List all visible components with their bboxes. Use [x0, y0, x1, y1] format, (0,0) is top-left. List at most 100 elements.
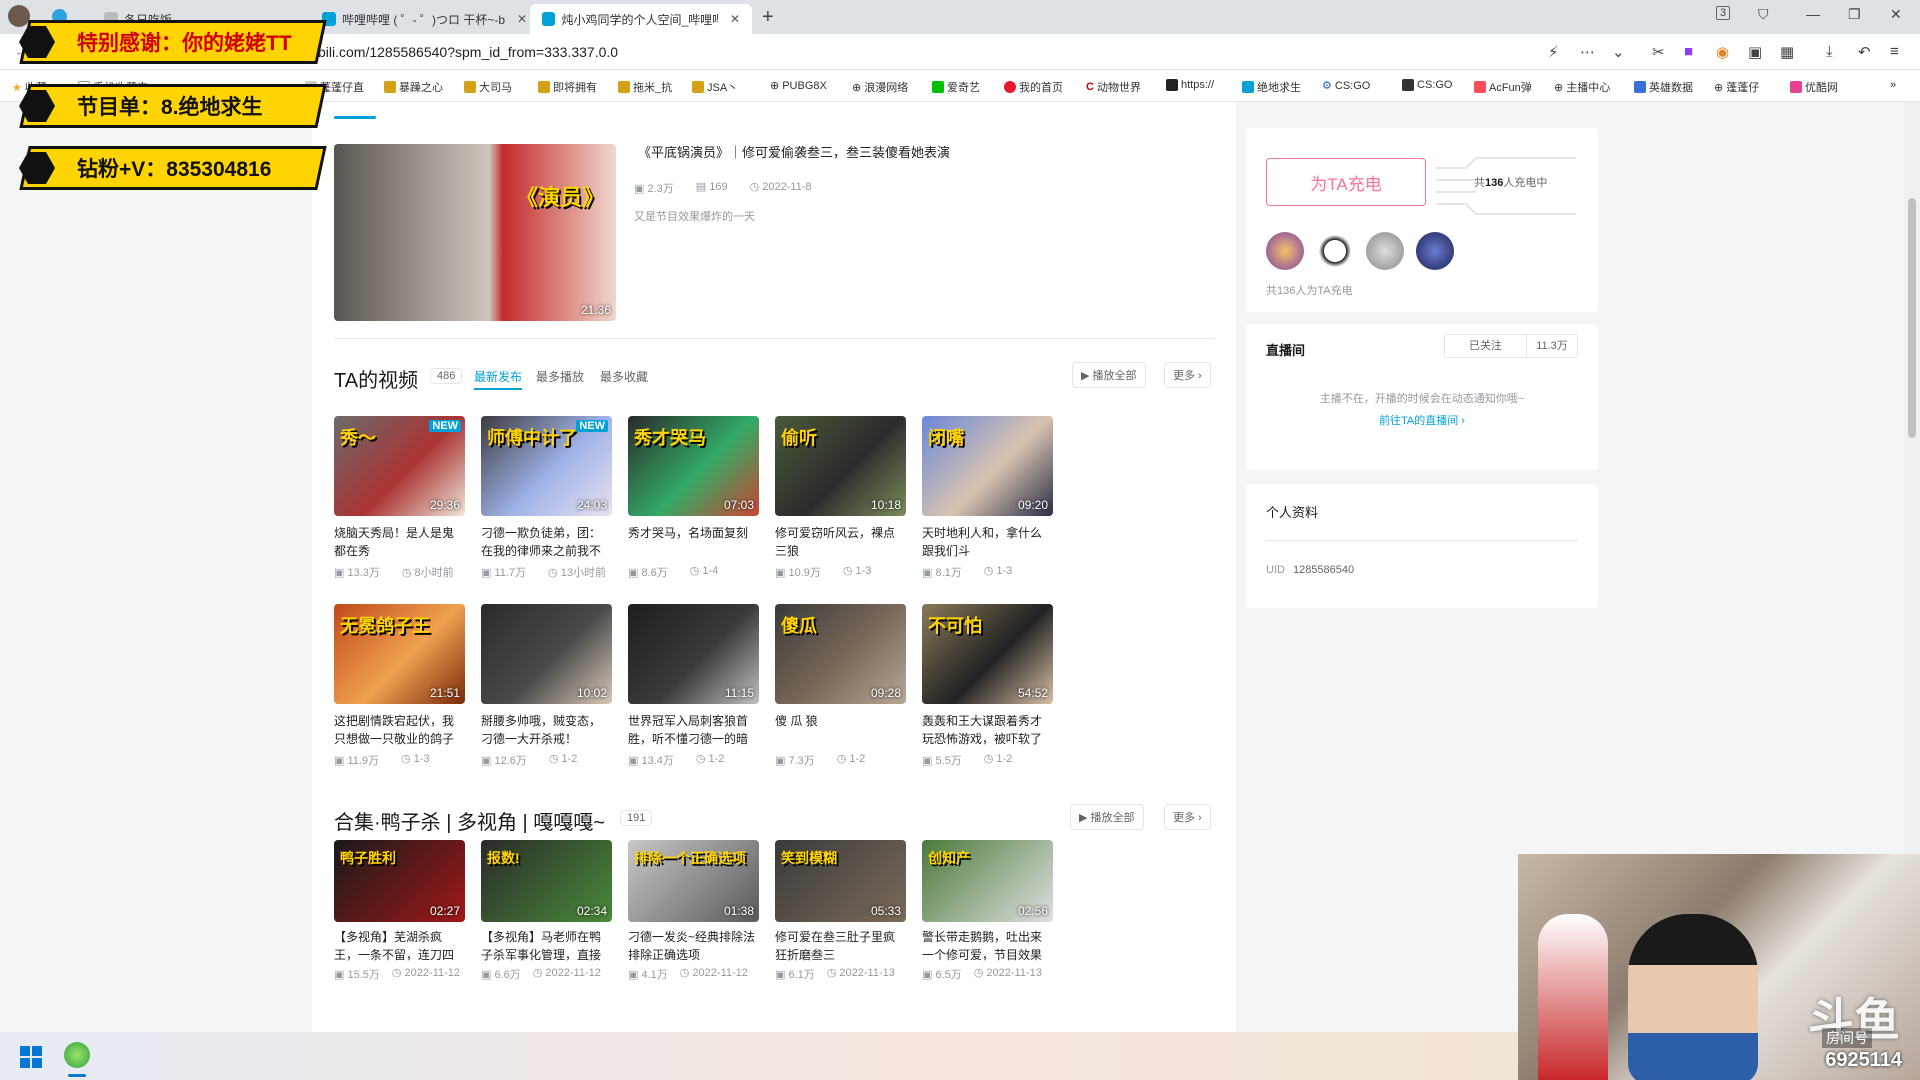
sort-tab-latest[interactable]: 最新发布: [474, 368, 523, 390]
more-icon[interactable]: ⋯: [1580, 43, 1595, 61]
bookmark-item[interactable]: ⊕ PUBG8X: [770, 79, 827, 93]
collection-video-thumbnail[interactable]: 排除一个正确选项 01:38: [628, 840, 759, 922]
bookmark-item[interactable]: CS:GO: [1402, 79, 1452, 91]
play-count: ▣ 10.9万: [775, 567, 821, 579]
avatar[interactable]: [1316, 232, 1354, 270]
extension-icon[interactable]: ■: [1684, 43, 1693, 60]
bookmark-item[interactable]: 拖米_抗: [618, 79, 672, 95]
video-thumbnail[interactable]: 师傅中计了 NEW 24:03: [481, 416, 612, 516]
windows-start-icon[interactable]: [20, 1046, 42, 1068]
tab-counter[interactable]: 3: [1716, 6, 1731, 20]
bookmark-item[interactable]: 暴躁之心: [384, 79, 443, 95]
chevron-down-icon[interactable]: ⌄: [1612, 43, 1625, 61]
bookmark-item[interactable]: AcFun弹: [1474, 79, 1532, 95]
bookmark-item[interactable]: ⊕ 蓬蓬仔: [1714, 79, 1759, 95]
video-title[interactable]: 秀才哭马，名场面复刻: [628, 524, 759, 560]
collection-video-title[interactable]: 【多视角】芜湖杀疯王，一条不留，连刀四个人，笑疯了: [334, 928, 465, 964]
video-thumbnail[interactable]: 无冕鸽子王 21:51: [334, 604, 465, 704]
collection-video-title[interactable]: 警长带走鹅鹅，吐出来一个修可爱，节目效果爆炸: [922, 928, 1053, 964]
minimize-icon[interactable]: —: [1806, 6, 1820, 22]
video-duration: 21:51: [429, 686, 460, 700]
collection-title[interactable]: 合集·鸭子杀 | 多视角 | 嘎嘎嘎~: [334, 806, 605, 835]
featured-video-thumbnail[interactable]: 《演员》 21:36: [334, 144, 616, 321]
collection-more-button[interactable]: 更多 ›: [1164, 804, 1211, 830]
video-title[interactable]: 天时地利人和，拿什么跟我们斗: [922, 524, 1053, 560]
close-icon[interactable]: ✕: [730, 12, 740, 26]
video-thumbnail[interactable]: 秀才哭马 07:03: [628, 416, 759, 516]
window-icon[interactable]: ▣: [1748, 43, 1762, 61]
bookmark-item[interactable]: 英雄数据: [1634, 79, 1693, 95]
bookmark-item[interactable]: https://: [1166, 79, 1214, 91]
more-button[interactable]: 更多 ›: [1164, 362, 1211, 388]
play-all-button[interactable]: ▶ 播放全部: [1072, 362, 1146, 388]
undo-icon[interactable]: ↶: [1858, 43, 1871, 61]
collection-video-thumbnail[interactable]: 鸭子胜利 02:27: [334, 840, 465, 922]
lightning-icon[interactable]: ⚡: [1548, 43, 1559, 61]
streamer-figure: [1628, 914, 1758, 1080]
bookmark-item[interactable]: ⊕ 浪漫网络: [852, 79, 908, 95]
bookmark-item[interactable]: C 动物世界: [1086, 79, 1141, 95]
sort-tab-most-played[interactable]: 最多播放: [536, 368, 584, 385]
scrollbar-thumb[interactable]: [1908, 198, 1916, 438]
collection-video-thumbnail[interactable]: 报数! 02:34: [481, 840, 612, 922]
collection-video-thumbnail[interactable]: 笑到模糊 05:33: [775, 840, 906, 922]
shirt-icon[interactable]: ⛉: [1758, 6, 1769, 23]
apps-icon[interactable]: ▦: [1780, 43, 1794, 61]
video-title[interactable]: 轰轰和王大谋跟着秀才玩恐怖游戏，被吓软了嘴还是硬的: [922, 712, 1053, 748]
tab-2[interactable]: 哔哩哔哩 ( ゜- ゜)つロ 干杯~-b ✕: [310, 4, 539, 34]
video-thumbnail[interactable]: 10:02: [481, 604, 612, 704]
new-tab-button[interactable]: +: [762, 6, 774, 29]
menu-icon[interactable]: ≡: [1890, 43, 1899, 60]
video-thumbnail[interactable]: 11:15: [628, 604, 759, 704]
bookmark-item[interactable]: 我的首页: [1004, 79, 1063, 95]
download-icon[interactable]: ⤓: [1826, 43, 1833, 60]
bookmark-item[interactable]: 大司马: [464, 79, 512, 95]
bookmark-item[interactable]: 爱奇艺: [932, 79, 980, 95]
video-title[interactable]: 傻 瓜 狼: [775, 712, 906, 748]
close-icon[interactable]: ✕: [517, 12, 527, 26]
thumbnail-caption: 无冕鸽子王: [340, 616, 430, 636]
sort-tab-most-favorited[interactable]: 最多收藏: [600, 368, 648, 385]
video-title[interactable]: 烧脑天秀局！是人是鬼都在秀: [334, 524, 465, 560]
charge-button[interactable]: 为TA充电: [1266, 158, 1426, 206]
video-title[interactable]: 修可爱窃听风云，裸点三狼: [775, 524, 906, 560]
avatar[interactable]: [1416, 232, 1454, 270]
collection-video-title[interactable]: 修可爱在叁三肚子里疯狂折磨叁三: [775, 928, 906, 964]
follow-status[interactable]: 已关注 11.3万: [1444, 334, 1578, 358]
bookmark-item[interactable]: ⚙ CS:GO: [1322, 79, 1370, 93]
video-thumbnail[interactable]: 偷听 10:18: [775, 416, 906, 516]
video-thumbnail[interactable]: 傻瓜 09:28: [775, 604, 906, 704]
video-title[interactable]: 刁德一欺负徒弟，团：在我的律师来之前我不会说话: [481, 524, 612, 560]
avatar[interactable]: [1266, 232, 1304, 270]
active-app-indicator: [68, 1074, 86, 1077]
bookmark-item[interactable]: 即将拥有: [538, 79, 597, 95]
video-title[interactable]: 掰腰多帅哦，贼变态，刁德一大开杀戒！: [481, 712, 612, 748]
bookmark-item[interactable]: 绝地求生: [1242, 79, 1301, 95]
gamepad-icon[interactable]: ◉: [1716, 43, 1729, 61]
tab-3[interactable]: 炖小鸡同学的个人空间_哔哩哔 ✕: [530, 4, 752, 34]
bookmarks-overflow-icon[interactable]: »: [1890, 79, 1896, 91]
browser-taskbar-icon[interactable]: [64, 1042, 90, 1068]
collection-video-title[interactable]: 【多视角】马老师在鸭子杀军事化管理，直接害死警长，场: [481, 928, 612, 964]
restore-icon[interactable]: ❐: [1848, 6, 1861, 23]
bookmark-item[interactable]: 优酷网: [1790, 79, 1838, 95]
featured-video-title[interactable]: 《平底锅演员》｜修可爱偷袭叁三，叁三装傻看她表演: [638, 144, 1198, 162]
video-thumbnail[interactable]: 闭嘴 09:20: [922, 416, 1053, 516]
live-room-link[interactable]: 前往TA的直播间 ›: [1246, 412, 1598, 428]
scissors-icon[interactable]: ✂: [1652, 43, 1665, 61]
close-window-icon[interactable]: ✕: [1890, 6, 1902, 23]
video-thumbnail[interactable]: 不可怕 54:52: [922, 604, 1053, 704]
video-title[interactable]: 世界冠军入局刺客狼首胜，听不懂刁德一的暗示很急: [628, 712, 759, 748]
play-icon: ▶: [1079, 812, 1091, 824]
collection-video-title[interactable]: 刁德一发炎~经典排除法排除正确选项: [628, 928, 759, 964]
bookmark-item[interactable]: JSA丶: [692, 79, 738, 95]
profile-card: 个人资料 UID 1285586540: [1246, 484, 1598, 608]
url-field[interactable]: bili.com/1285586540?spm_id_from=333.337.…: [318, 44, 618, 60]
video-title[interactable]: 这把剧情跌宕起伏，我只想做一只敬业的鸽子: [334, 712, 465, 748]
collection-play-all-button[interactable]: ▶ 播放全部: [1070, 804, 1144, 830]
bookmark-item[interactable]: ⊕ 主播中心: [1554, 79, 1610, 95]
collection-video-thumbnail[interactable]: 创知产 02:56: [922, 840, 1053, 922]
avatar[interactable]: [1366, 232, 1404, 270]
video-thumbnail[interactable]: 秀～ NEW 29:36: [334, 416, 465, 516]
video-time: ◷ 1-3: [983, 565, 1013, 577]
